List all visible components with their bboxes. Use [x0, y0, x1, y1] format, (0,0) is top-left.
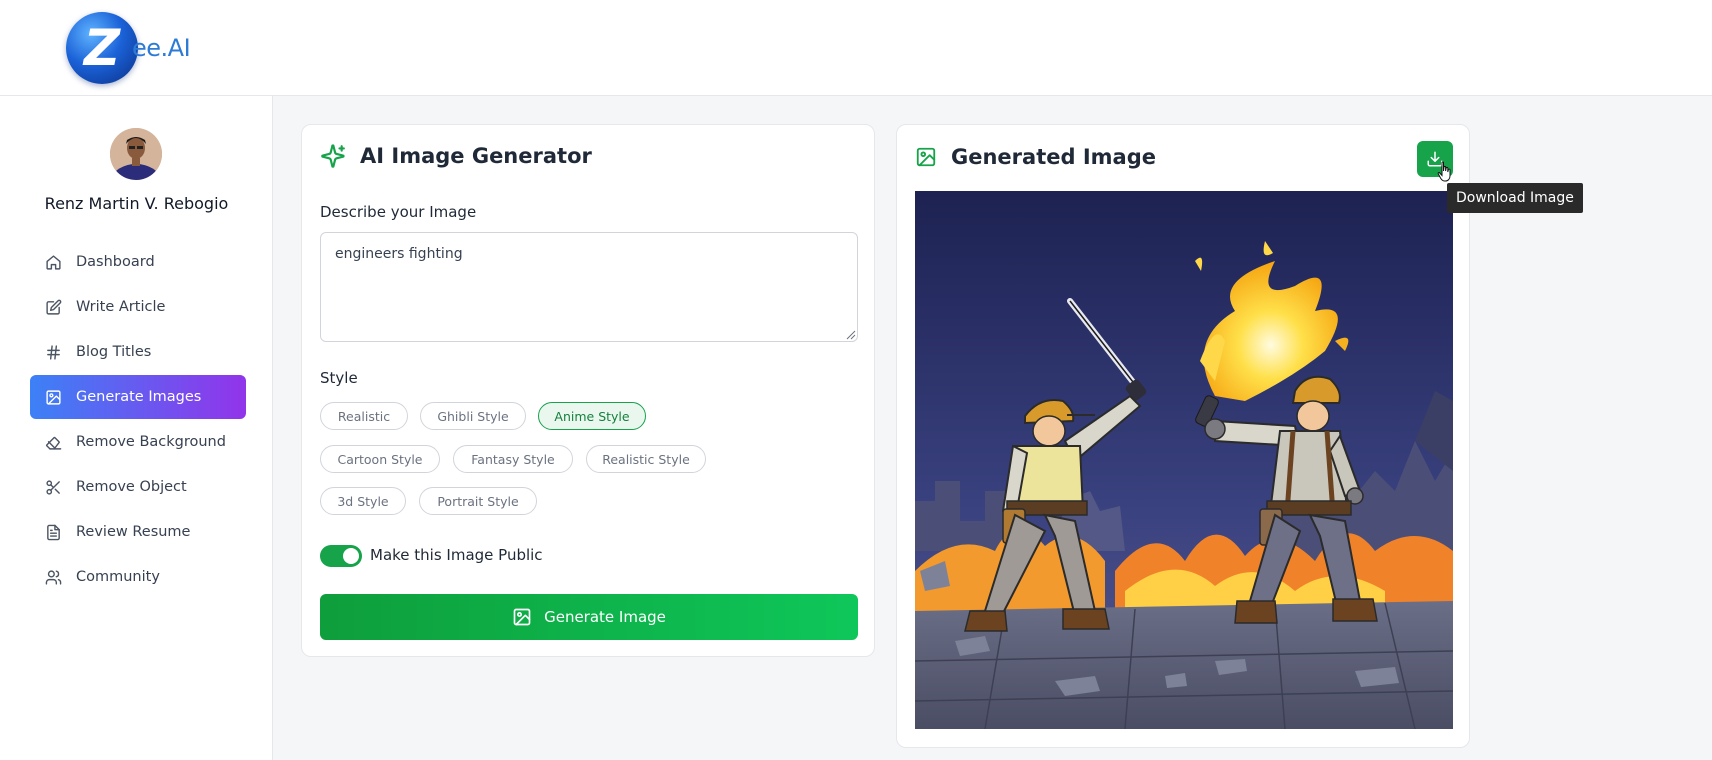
sidebar-item-label: Blog Titles: [76, 344, 152, 360]
generate-button-label: Generate Image: [544, 608, 666, 626]
download-tooltip: Download Image: [1447, 183, 1583, 213]
eraser-icon: [44, 433, 62, 451]
sparkles-icon: [320, 143, 346, 169]
sidebar-nav: Dashboard Write Article Blog Titles Gene…: [30, 240, 246, 600]
style-chip-cartoon[interactable]: Cartoon Style: [320, 445, 440, 473]
style-chip-anime[interactable]: Anime Style: [538, 402, 646, 430]
sidebar-item-label: Generate Images: [76, 389, 202, 405]
style-label: Style: [320, 369, 358, 387]
scissors-icon: [44, 478, 62, 496]
top-header: Z ee.AI: [0, 0, 1712, 96]
sidebar-item-label: Dashboard: [76, 254, 155, 270]
style-chip-realistic-style[interactable]: Realistic Style: [586, 445, 706, 473]
hash-icon: [44, 343, 62, 361]
sidebar-item-dashboard[interactable]: Dashboard: [30, 240, 246, 284]
prompt-textarea[interactable]: engineers fighting: [320, 232, 858, 342]
generated-image[interactable]: [915, 191, 1453, 729]
sidebar-item-label: Community: [76, 569, 160, 585]
sidebar-item-community[interactable]: Community: [30, 555, 246, 599]
style-chip-ghibli[interactable]: Ghibli Style: [420, 402, 526, 430]
generator-title-text: AI Image Generator: [360, 144, 592, 168]
describe-label: Describe your Image: [320, 203, 477, 221]
edit-icon: [44, 298, 62, 316]
file-text-icon: [44, 523, 62, 541]
home-icon: [44, 253, 62, 271]
sidebar-item-label: Remove Object: [76, 479, 187, 495]
image-icon: [512, 607, 532, 627]
generator-title: AI Image Generator: [320, 143, 592, 169]
output-title: Generated Image: [915, 145, 1156, 169]
logo-text: ee.AI: [132, 34, 191, 62]
sidebar-item-label: Write Article: [76, 299, 166, 315]
image-icon: [44, 388, 62, 406]
resize-grip-icon[interactable]: [846, 330, 856, 340]
sidebar-item-write-article[interactable]: Write Article: [30, 285, 246, 329]
sidebar-item-review-resume[interactable]: Review Resume: [30, 510, 246, 554]
image-generator-card: AI Image Generator Describe your Image e…: [301, 124, 875, 657]
public-toggle[interactable]: [320, 545, 362, 567]
logo-letter: Z: [83, 19, 121, 77]
style-chip-fantasy[interactable]: Fantasy Style: [453, 445, 573, 473]
style-chip-portrait[interactable]: Portrait Style: [419, 487, 537, 515]
style-chip-3d[interactable]: 3d Style: [320, 487, 406, 515]
output-title-text: Generated Image: [951, 145, 1156, 169]
image-icon: [915, 146, 937, 168]
avatar[interactable]: [110, 128, 162, 180]
app-logo[interactable]: Z ee.AI: [66, 12, 191, 84]
generated-image-card: Generated Image: [896, 124, 1470, 748]
sidebar-item-label: Review Resume: [76, 524, 191, 540]
pointer-cursor-icon: [1437, 161, 1451, 182]
sidebar: Renz Martin V. Rebogio Dashboard Write A…: [0, 96, 273, 760]
sidebar-item-blog-titles[interactable]: Blog Titles: [30, 330, 246, 374]
users-icon: [44, 568, 62, 586]
style-chip-realistic[interactable]: Realistic: [320, 402, 408, 430]
sidebar-item-remove-object[interactable]: Remove Object: [30, 465, 246, 509]
generate-image-button[interactable]: Generate Image: [320, 594, 858, 640]
logo-emblem: Z: [66, 12, 138, 84]
sidebar-item-remove-background[interactable]: Remove Background: [30, 420, 246, 464]
public-toggle-label: Make this Image Public: [370, 546, 543, 564]
user-name: Renz Martin V. Rebogio: [44, 194, 229, 213]
sidebar-item-label: Remove Background: [76, 434, 226, 450]
sidebar-item-generate-images[interactable]: Generate Images: [30, 375, 246, 419]
